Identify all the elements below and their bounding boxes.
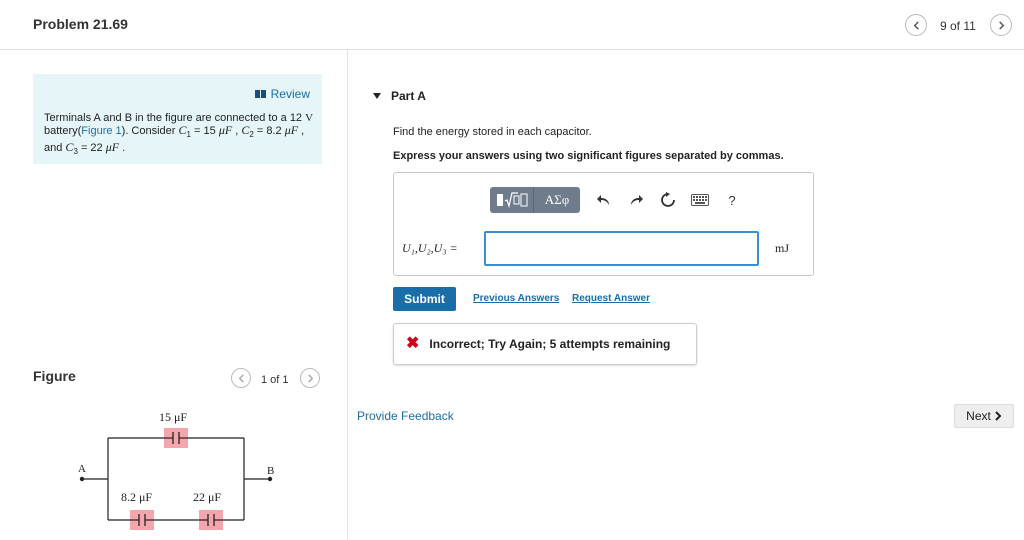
provide-feedback-link[interactable]: Provide Feedback bbox=[357, 409, 454, 423]
circuit-diagram: 15 μF 8.2 μF 22 μF A B bbox=[78, 410, 274, 530]
greek-symbols-button[interactable]: ΑΣφ bbox=[534, 187, 580, 213]
answer-variables: U₁,U₂,U₃ = bbox=[402, 241, 458, 255]
volt-unit: V bbox=[305, 112, 314, 124]
c1-value: = 15 bbox=[190, 125, 219, 137]
header: Problem 21.69 9 of 11 bbox=[0, 0, 1024, 50]
problem-title: Problem 21.69 bbox=[33, 16, 128, 32]
chevron-left-icon bbox=[913, 20, 919, 30]
figure-page-indicator: 1 of 1 bbox=[261, 374, 289, 386]
review-link[interactable]: Review bbox=[254, 87, 310, 101]
separator-1: , bbox=[232, 125, 242, 137]
redo-icon bbox=[631, 195, 643, 205]
c1-label: 15 μF bbox=[159, 410, 187, 424]
terminal-b-label: B bbox=[267, 465, 274, 477]
keyboard-icon bbox=[691, 194, 709, 206]
c3-unit: μF bbox=[105, 140, 120, 155]
next-problem-button[interactable] bbox=[990, 14, 1012, 36]
redo-button[interactable] bbox=[620, 187, 652, 213]
figure-previous-button[interactable] bbox=[231, 368, 251, 388]
templates-button[interactable] bbox=[490, 187, 534, 213]
c2-unit: μF bbox=[284, 123, 299, 137]
chevron-left-icon bbox=[238, 373, 244, 383]
problem-statement-box: Review Terminals A and B in the figure a… bbox=[33, 74, 322, 164]
terminal-b-dot bbox=[267, 476, 273, 482]
chevron-right-icon bbox=[995, 411, 1002, 421]
instruction-text: Find the energy stored in each capacitor… bbox=[393, 126, 592, 138]
figure-link[interactable]: Figure 1 bbox=[81, 125, 121, 137]
problem-text-intro: Terminals A and B in the figure are conn… bbox=[44, 112, 306, 124]
format-hint: Express your answers using two significa… bbox=[393, 150, 784, 162]
part-label: Part A bbox=[391, 89, 426, 103]
request-answer-link[interactable]: Request Answer bbox=[572, 293, 650, 304]
c2-value: = 8.2 bbox=[253, 125, 285, 137]
chevron-right-icon bbox=[307, 373, 313, 383]
c3-label: 22 μF bbox=[193, 490, 221, 504]
radical-template-icon bbox=[496, 192, 527, 209]
submit-button[interactable]: Submit bbox=[393, 287, 456, 311]
c1-unit: μF bbox=[218, 123, 233, 137]
previous-answers-link[interactable]: Previous Answers bbox=[473, 293, 559, 304]
math-toolbar: ΑΣφ ? bbox=[490, 187, 748, 213]
feedback-message: ✖ Incorrect; Try Again; 5 attempts remai… bbox=[393, 323, 697, 365]
feedback-text: Incorrect; Try Again; 5 attempts remaini… bbox=[429, 337, 671, 351]
circuit-wires bbox=[82, 437, 270, 521]
undo-icon bbox=[597, 195, 609, 205]
error-x-icon: ✖ bbox=[406, 335, 420, 352]
next-button[interactable]: Next bbox=[954, 404, 1014, 428]
undo-button[interactable] bbox=[588, 187, 620, 213]
figure-next-button[interactable] bbox=[300, 368, 320, 388]
problem-text-battery: battery( bbox=[44, 125, 82, 137]
answer-input[interactable] bbox=[484, 231, 759, 266]
reset-icon bbox=[661, 192, 675, 207]
reset-button[interactable] bbox=[652, 187, 684, 213]
problem-page-indicator: 9 of 11 bbox=[940, 19, 976, 33]
unit-label: mJ bbox=[775, 241, 790, 255]
help-button[interactable]: ? bbox=[716, 187, 748, 213]
book-icon bbox=[254, 90, 266, 98]
column-divider bbox=[347, 50, 348, 540]
review-label: Review bbox=[270, 87, 310, 101]
c3-value: = 22 bbox=[77, 142, 106, 155]
previous-problem-button[interactable] bbox=[905, 14, 927, 36]
answer-box: ΑΣφ ? U₁,U₂,U₃ = mJ bbox=[393, 172, 814, 276]
keyboard-button[interactable] bbox=[684, 187, 716, 213]
problem-text-consider: ). Consider bbox=[121, 125, 179, 137]
problem-text-end: . bbox=[119, 142, 126, 155]
c2-label: 8.2 μF bbox=[121, 490, 152, 504]
chevron-right-icon bbox=[998, 20, 1004, 30]
terminal-a-dot bbox=[79, 476, 85, 482]
figure-title: Figure bbox=[33, 368, 76, 384]
math-templates-group: ΑΣφ bbox=[490, 187, 580, 213]
c1-symbol: C bbox=[178, 123, 187, 137]
answer-variable-label: U₁,U₂,U₃ = bbox=[402, 241, 458, 256]
terminal-a-label: A bbox=[78, 463, 86, 475]
problem-text: Terminals A and B in the figure are conn… bbox=[44, 112, 319, 158]
part-a-toggle[interactable]: Part A bbox=[373, 89, 426, 103]
next-label: Next bbox=[966, 409, 991, 423]
collapse-triangle-icon bbox=[373, 93, 381, 99]
